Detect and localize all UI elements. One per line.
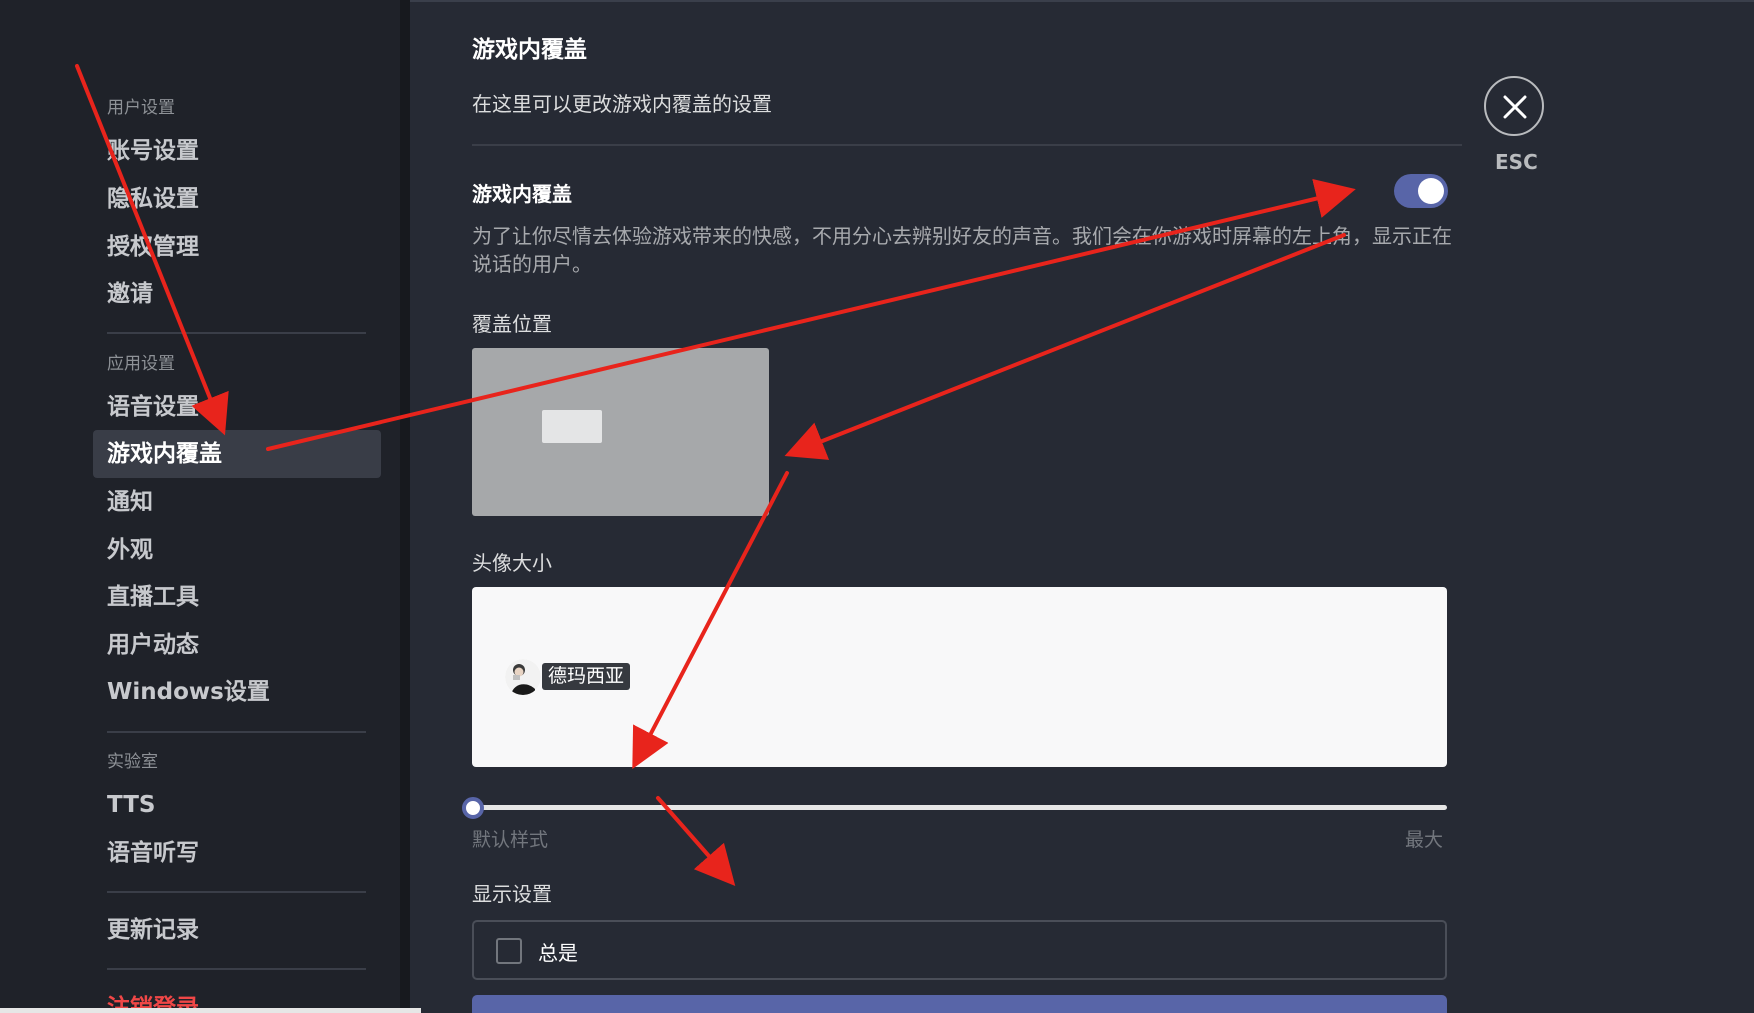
overlay-position-label: 覆盖位置: [472, 312, 552, 336]
nav-item-voice-settings[interactable]: 语音设置: [93, 383, 381, 431]
overlay-description: 为了让你尽情去体验游戏带来的快感，不用分心去辨别好友的声音。我们会在你游戏时屏幕…: [472, 224, 1452, 276]
always-checkbox[interactable]: [496, 938, 522, 964]
slider-min-label: 默认样式: [472, 829, 549, 851]
nav-item-streaming-tools[interactable]: 直播工具: [93, 573, 381, 621]
close-button[interactable]: [1484, 76, 1544, 136]
nav-item-game-overlay[interactable]: 游戏内覆盖: [93, 430, 381, 478]
sidebar-divider: [107, 332, 366, 334]
nav-item-user-activity[interactable]: 用户动态: [93, 621, 381, 669]
header-divider: [472, 144, 1462, 146]
avatar-size-slider-track[interactable]: [472, 805, 1447, 810]
next-option-partial[interactable]: [472, 995, 1447, 1013]
nav-item-changelog[interactable]: 更新记录: [93, 906, 381, 954]
overlay-toggle-switch[interactable]: [1394, 174, 1448, 208]
avatar-size-slider-handle[interactable]: [462, 797, 484, 819]
nav-item-appearance[interactable]: 外观: [93, 526, 381, 574]
section-header-user-settings: 用户设置: [107, 98, 175, 118]
nav-item-windows-settings[interactable]: Windows设置: [93, 668, 381, 716]
nav-item-tts[interactable]: TTS: [93, 781, 381, 829]
page-subtitle: 在这里可以更改游戏内覆盖的设置: [472, 92, 772, 116]
display-settings-label: 显示设置: [472, 882, 552, 906]
section-header-labs: 实验室: [107, 752, 158, 772]
section-header-app-settings: 应用设置: [107, 354, 175, 374]
nav-item-privacy-settings[interactable]: 隐私设置: [93, 175, 381, 223]
slider-max-label: 最大: [1405, 829, 1444, 851]
always-option-label: 总是: [538, 941, 578, 965]
close-icon: [1503, 95, 1527, 119]
page-title: 游戏内覆盖: [472, 37, 587, 63]
nav-item-invite[interactable]: 邀请: [93, 270, 381, 318]
esc-label: ESC: [1495, 150, 1538, 174]
settings-sidebar: 用户设置 账号设置 隐私设置 授权管理 邀请 应用设置 语音设置 游戏内覆盖 通…: [0, 0, 400, 1013]
nav-item-notifications[interactable]: 通知: [93, 478, 381, 526]
preview-username: 德玛西亚: [542, 663, 631, 690]
window-bottom-strip: [0, 1008, 421, 1013]
annotation-arrow: [656, 796, 736, 887]
display-option-always[interactable]: 总是: [472, 920, 1447, 980]
overlay-toggle-label: 游戏内覆盖: [472, 182, 572, 206]
toggle-knob: [1418, 178, 1444, 204]
overlay-position-marker[interactable]: [542, 410, 602, 443]
avatar-size-label: 头像大小: [472, 551, 552, 575]
sidebar-divider: [107, 968, 366, 970]
sidebar-scrollbar-track[interactable]: [400, 0, 410, 1013]
nav-item-account-settings[interactable]: 账号设置: [93, 127, 381, 175]
overlay-position-picker[interactable]: [472, 348, 769, 516]
sidebar-divider: [107, 731, 366, 733]
user-avatar-icon: [505, 659, 541, 695]
nav-item-authorization-management[interactable]: 授权管理: [93, 223, 381, 271]
sidebar-divider: [107, 891, 366, 893]
nav-item-voice-dictation[interactable]: 语音听写: [93, 829, 381, 877]
avatar-size-preview: 德玛西亚: [472, 587, 1447, 767]
